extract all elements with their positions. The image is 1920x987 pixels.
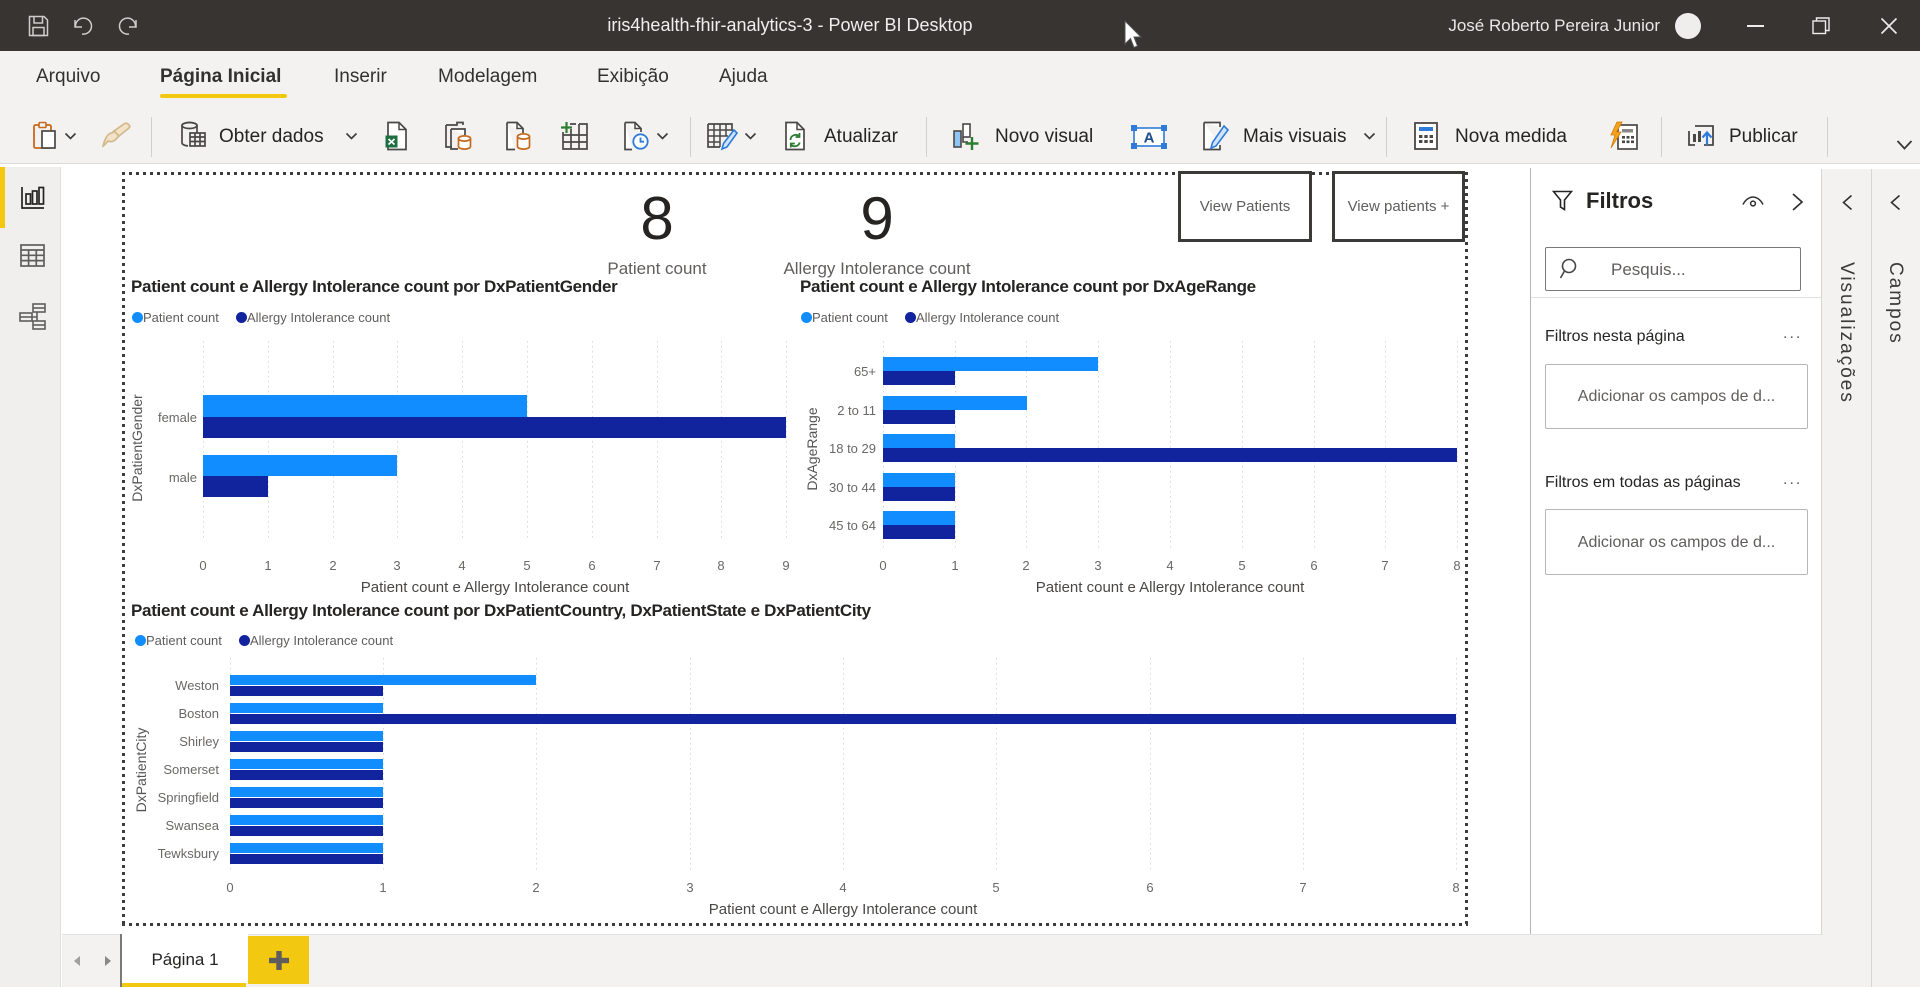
svg-text:A: A [1144,130,1155,147]
